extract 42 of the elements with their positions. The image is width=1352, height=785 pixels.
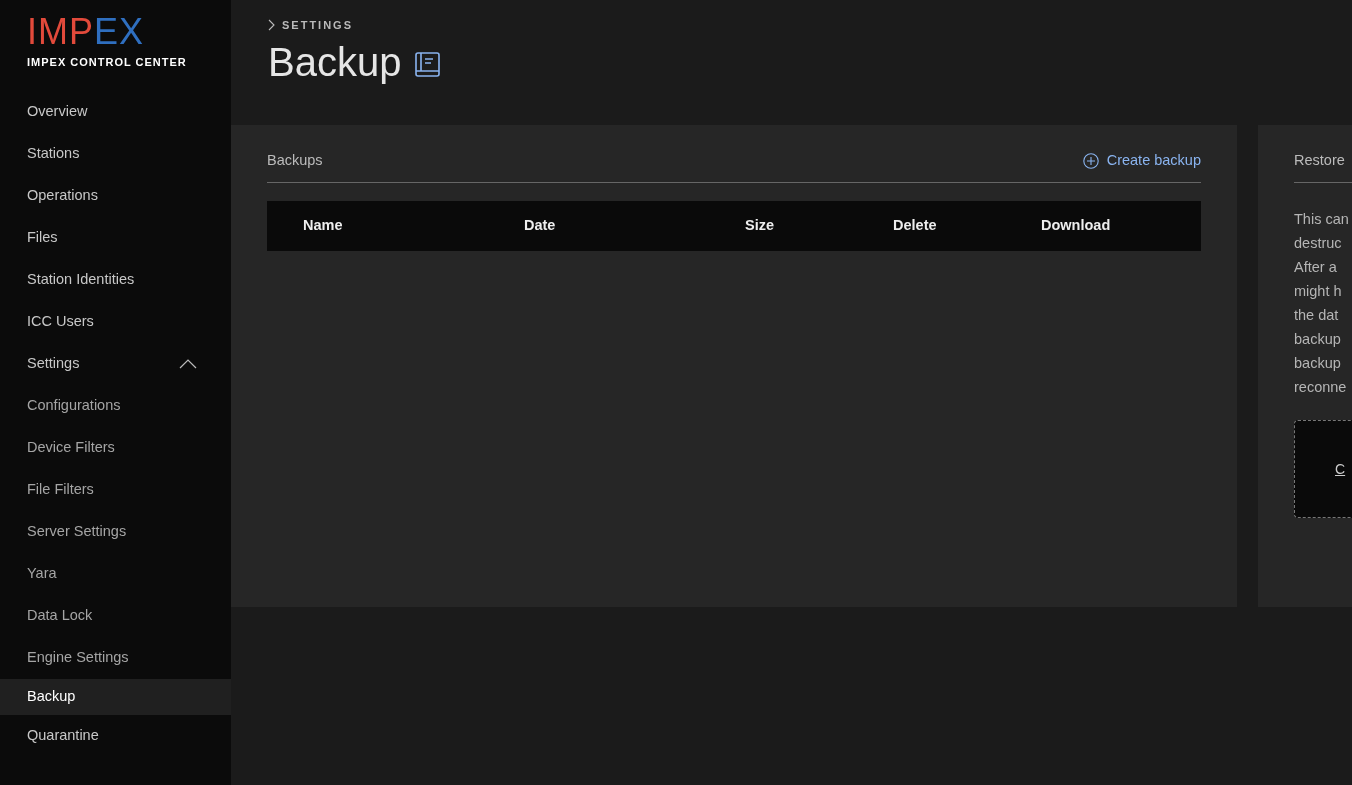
nav-item[interactable]: Files [0,217,231,259]
column-header: Size [745,216,775,236]
nav-item[interactable]: Data Lock [0,595,231,637]
drop-zone[interactable]: C [1294,420,1352,518]
text-line: backup [1294,354,1342,373]
book-icon[interactable] [415,52,441,77]
nav-item[interactable]: Settings [0,343,231,385]
logo: IMPEX [27,14,146,50]
plus-circle-icon [1082,152,1099,169]
drop-link[interactable]: C [1335,458,1346,480]
nav-item[interactable]: Overview [0,91,231,133]
nav-item[interactable]: Station Identities [0,259,231,301]
breadcrumb-link[interactable]: SETTINGS [282,17,353,34]
nav-item[interactable]: Backup [0,679,231,715]
text-line: backup [1294,330,1342,349]
nav-item[interactable]: Engine Settings [0,637,231,679]
text-line: reconne [1294,378,1348,397]
page-title: Backup [268,38,402,86]
nav-item[interactable]: Yara [0,553,231,595]
column-header: Date [524,216,557,236]
column-header: Delete [893,216,938,236]
panel-title: Backups [267,150,323,170]
logo-subtitle: IMPEX CONTROL CENTER [27,54,188,70]
column-header: Download [1041,216,1112,236]
chevron-icon [179,359,197,369]
column-header: Name [303,216,344,236]
text-line: This can [1294,210,1350,229]
nav-item[interactable]: Stations [0,133,231,175]
nav-item[interactable]: File Filters [0,469,231,511]
text-line: destruc [1294,234,1343,253]
nav-item[interactable]: Configurations [0,385,231,427]
text-line: After a [1294,258,1338,277]
panel-title: Restore [1294,150,1345,170]
chevron-icon [268,19,275,32]
nav-item[interactable]: Quarantine [0,715,231,757]
text-line: might h [1294,282,1343,301]
text-line: the dat [1294,306,1340,325]
nav-item[interactable]: Server Settings [0,511,231,553]
nav-item[interactable]: Operations [0,175,231,217]
create-backup-button[interactable]: Create backup [1082,149,1201,172]
nav-item[interactable]: ICC Users [0,301,231,343]
nav-item[interactable]: Device Filters [0,427,231,469]
